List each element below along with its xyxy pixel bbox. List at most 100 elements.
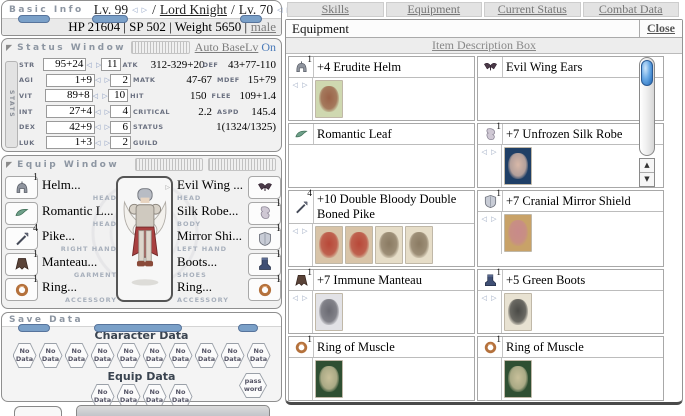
int-points-box[interactable]: 4 — [110, 105, 131, 118]
vit-spinner[interactable]: ◁ ▷ — [93, 92, 108, 100]
item-name[interactable]: +4 Erudite Helm — [314, 59, 403, 76]
character-data-slot-5[interactable]: No Data — [117, 343, 141, 368]
card-nav-arrows[interactable]: ◁ ▷ — [478, 291, 502, 333]
rotate-character-icon[interactable]: ▷ — [165, 184, 170, 191]
dex-points-box[interactable]: 6 — [110, 121, 131, 134]
equip-item-button[interactable] — [5, 202, 38, 225]
card-thumbnail[interactable] — [315, 226, 343, 264]
equip-item-button[interactable]: 1 — [5, 176, 38, 199]
luk-spinner[interactable]: ◁ ▷ — [95, 139, 110, 147]
card-nav-arrows[interactable]: ◁ ▷ — [478, 212, 502, 254]
item-name[interactable]: +5 Green Boots — [503, 272, 587, 289]
tab-skills[interactable]: Skills — [287, 2, 384, 17]
item-icon-cell[interactable]: 1 — [478, 270, 503, 290]
collapse-arrow-icon[interactable]: ◤ — [6, 161, 12, 169]
auto-baselv-state[interactable]: On — [261, 40, 276, 54]
equip-item-name[interactable]: Pike... — [42, 228, 75, 244]
card-thumbnail[interactable] — [504, 360, 532, 398]
item-icon-cell[interactable] — [478, 57, 503, 77]
item-icon-cell[interactable]: 1 — [289, 270, 314, 290]
item-icon-cell[interactable]: 1 — [478, 191, 503, 211]
agi-spinner[interactable]: ◁ ▷ — [95, 76, 110, 84]
card-thumbnail[interactable] — [405, 226, 433, 264]
job-class-link[interactable]: Lord Knight — [160, 2, 227, 18]
equip-item-button[interactable] — [248, 176, 281, 199]
item-icon-cell[interactable]: 4 — [289, 191, 314, 223]
scrollbar-track[interactable] — [639, 57, 655, 156]
equip-item-name[interactable]: Ring... — [42, 279, 77, 295]
item-name[interactable]: Ring of Muscle — [314, 339, 397, 356]
auto-baselv-link[interactable]: Auto BaseLv — [195, 40, 259, 54]
dex-value-box[interactable]: 42+9 — [46, 121, 95, 134]
character-data-slot-6[interactable]: No Data — [143, 343, 167, 368]
character-data-slot-9[interactable]: No Data — [221, 343, 245, 368]
item-name[interactable]: +7 Unfrozen Silk Robe — [503, 126, 624, 143]
close-button[interactable]: Close — [639, 20, 682, 37]
character-data-slot-8[interactable]: No Data — [195, 343, 219, 368]
item-icon-cell[interactable]: 1 — [289, 57, 314, 77]
equip-item-button[interactable]: 1 — [5, 278, 38, 301]
card-nav-arrows[interactable]: ◁ ▷ — [289, 224, 313, 266]
card-thumbnail[interactable] — [345, 226, 373, 264]
character-data-slot-4[interactable]: No Data — [91, 343, 115, 368]
equip-item-name[interactable]: Silk Robe... — [177, 203, 238, 219]
luk-points-box[interactable]: 2 — [110, 136, 131, 149]
scroll-up-button[interactable]: ▲ — [640, 159, 654, 172]
stats-side-tab[interactable]: STATS — [5, 61, 18, 148]
int-value-box[interactable]: 27+4 — [46, 105, 95, 118]
collapse-arrow-icon[interactable]: ◤ — [6, 44, 12, 52]
item-name[interactable]: Ring of Muscle — [503, 339, 586, 356]
item-icon-cell[interactable]: 1 — [478, 337, 503, 357]
scrollbar-thumb[interactable] — [641, 60, 653, 86]
card-thumbnail[interactable] — [504, 293, 532, 331]
luk-value-box[interactable]: 1+3 — [46, 136, 95, 149]
card-thumbnail[interactable] — [315, 360, 343, 398]
equip-item-name[interactable]: Helm... — [42, 177, 81, 193]
character-data-slot-2[interactable]: No Data — [39, 343, 63, 368]
item-icon-cell[interactable] — [289, 124, 314, 144]
password-button[interactable]: pass word — [239, 373, 267, 398]
tab-current-status[interactable]: Current Status — [484, 2, 581, 17]
character-data-slot-10[interactable]: No Data — [247, 343, 271, 368]
equip-item-name[interactable]: Mirror Shi... — [177, 228, 242, 244]
character-data-slot-1[interactable]: No Data — [13, 343, 37, 368]
str-value-box[interactable]: 95+24 — [43, 58, 87, 71]
card-nav-arrows[interactable]: ◁ ▷ — [289, 78, 313, 120]
scroll-down-button[interactable]: ▼ — [640, 172, 654, 186]
card-thumbnail[interactable] — [504, 214, 532, 252]
card-thumbnail[interactable] — [504, 147, 532, 185]
card-nav-arrows[interactable]: ◁ ▷ — [289, 291, 313, 333]
equip-item-button[interactable]: 4 — [5, 227, 38, 250]
item-name[interactable]: +10 Double Bloody Double Boned Pike — [314, 191, 474, 223]
character-data-slot-7[interactable]: No Data — [169, 343, 193, 368]
card-nav-arrows[interactable]: ◁ ▷ — [478, 145, 502, 187]
tab-equipment[interactable]: Equipment — [386, 2, 483, 17]
dex-spinner[interactable]: ◁ ▷ — [95, 123, 110, 131]
item-name[interactable]: +7 Immune Manteau — [314, 272, 424, 289]
equip-item-button[interactable]: 1 — [248, 278, 281, 301]
item-description-box-link[interactable]: Item Description Box — [286, 38, 682, 54]
item-icon-cell[interactable]: 1 — [289, 337, 314, 357]
item-name[interactable]: +7 Cranial Mirror Shield — [503, 193, 633, 210]
partial-button[interactable] — [14, 406, 62, 416]
agi-points-box[interactable]: 2 — [110, 74, 131, 87]
str-points-box[interactable]: 11 — [101, 58, 120, 71]
equip-item-button[interactable]: 1 — [5, 253, 38, 276]
item-name[interactable]: Evil Wing Ears — [503, 59, 584, 76]
equip-item-name[interactable]: Manteau... — [42, 254, 97, 270]
equip-item-name[interactable]: Ring... — [177, 279, 212, 295]
vit-points-box[interactable]: 10 — [108, 89, 129, 102]
int-spinner[interactable]: ◁ ▷ — [95, 108, 110, 116]
str-spinner[interactable]: ◁ ▷ — [86, 61, 101, 69]
equip-item-name[interactable]: Romantic L... — [42, 203, 114, 219]
base-level-spinner[interactable]: ◁ ▷ — [132, 6, 148, 14]
vit-value-box[interactable]: 89+8 — [45, 89, 93, 102]
equip-item-button[interactable]: 1 — [248, 202, 281, 225]
card-thumbnail[interactable] — [315, 80, 343, 118]
equip-item-name[interactable]: Evil Wing ... — [177, 177, 243, 193]
card-thumbnail[interactable] — [315, 293, 343, 331]
item-name[interactable]: Romantic Leaf — [314, 126, 394, 143]
agi-value-box[interactable]: 1+9 — [46, 74, 95, 87]
equip-item-button[interactable]: 1 — [248, 227, 281, 250]
character-data-slot-3[interactable]: No Data — [65, 343, 89, 368]
